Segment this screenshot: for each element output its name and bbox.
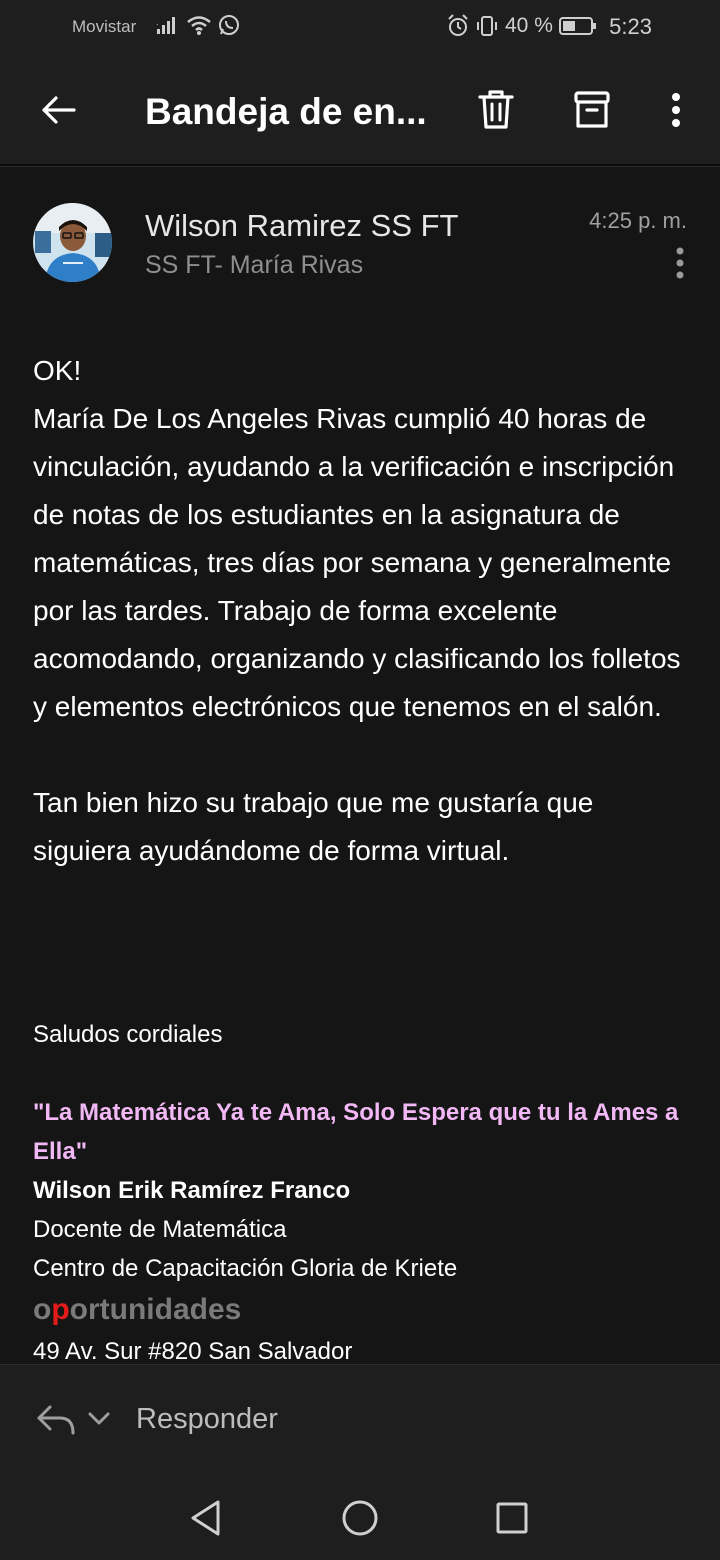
status-bar: Movistar . 40 % 5:23	[0, 0, 720, 56]
avatar[interactable]	[33, 203, 112, 282]
nav-recent-apps-icon[interactable]	[494, 1500, 530, 1536]
vibrate-icon	[477, 16, 497, 36]
greeting: Saludos cordiales	[33, 1021, 223, 1048]
signal-icon: .	[156, 17, 175, 34]
avatar-image	[33, 203, 112, 282]
wifi-icon	[187, 16, 211, 35]
more-vertical-icon	[672, 93, 680, 127]
message-body: OK! María De Los Angeles Rivas cumplió 4…	[33, 347, 693, 875]
body-paragraph: OK! María De Los Angeles Rivas cumplió 4…	[33, 355, 681, 722]
trash-icon	[478, 90, 514, 129]
signature-role: Docente de Matemática	[33, 1216, 287, 1243]
system-navigation-bar	[0, 1478, 720, 1560]
more-vertical-icon	[676, 247, 684, 279]
status-icons-right: 40 %	[447, 14, 597, 38]
delete-button[interactable]	[472, 86, 520, 134]
chevron-down-icon[interactable]	[87, 1407, 111, 1431]
email-message: Wilson Ramirez SS FT SS FT- María Rivas …	[0, 166, 720, 1364]
battery-icon	[558, 17, 596, 35]
signature-quote: "La Matemática Ya te Ama, Solo Espera qu…	[33, 1099, 679, 1165]
signature-block: Saludos cordiales "La Matemática Ya te A…	[33, 1019, 693, 1364]
battery-percent: 40 %	[505, 14, 553, 37]
alarm-icon	[448, 14, 468, 36]
arrow-left-icon	[42, 96, 76, 124]
reply-button[interactable]: Responder	[136, 1403, 278, 1436]
message-time: 4:25 p. m.	[589, 208, 687, 233]
signature-org: Centro de Capacitación Gloria de Kriete	[33, 1255, 458, 1282]
back-button[interactable]	[34, 86, 82, 134]
archive-icon	[574, 91, 610, 128]
carrier-label: Movistar	[72, 17, 137, 36]
app-bar: Bandeja de en...	[0, 56, 720, 164]
reply-icon[interactable]	[36, 1403, 76, 1437]
message-more-button[interactable]	[664, 243, 696, 283]
signature-address: 49 Av. Sur #820 San Salvador	[33, 1338, 353, 1364]
page-title: Bandeja de en...	[145, 91, 427, 132]
status-icons-left: .	[156, 14, 240, 36]
svg-text:.: .	[156, 18, 159, 27]
nav-back-icon[interactable]	[188, 1498, 224, 1538]
status-clock: 5:23	[609, 14, 652, 39]
signature-name: Wilson Erik Ramírez Franco	[33, 1177, 351, 1204]
nav-home-icon[interactable]	[340, 1498, 380, 1538]
sender-name: Wilson Ramirez SS FT	[145, 208, 459, 243]
archive-button[interactable]	[568, 86, 616, 134]
recipient-name: SS FT- María Rivas	[145, 251, 364, 279]
reply-bar: Responder	[0, 1364, 720, 1478]
more-options-button[interactable]	[652, 86, 700, 134]
body-paragraph: Tan bien hizo su trabajo que me gustaría…	[33, 787, 594, 866]
signature-brand-logo: oportunidades	[33, 1293, 242, 1326]
whatsapp-icon	[219, 15, 239, 35]
